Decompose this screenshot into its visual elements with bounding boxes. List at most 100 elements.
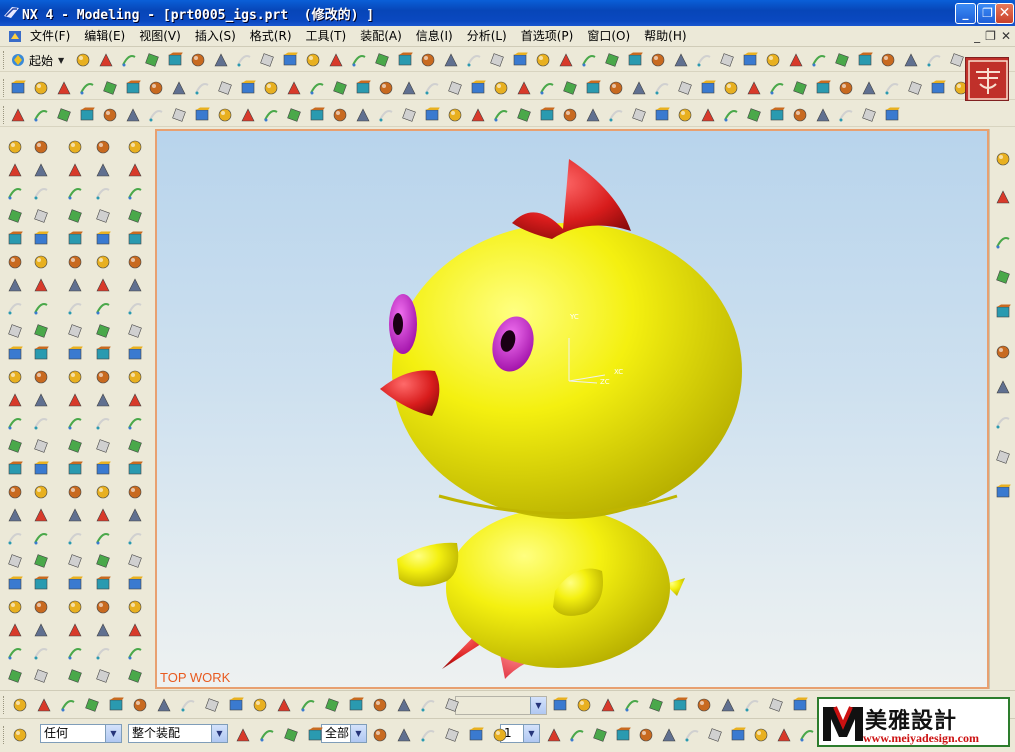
palette-tool-icon[interactable] bbox=[127, 530, 143, 546]
start-application-icon[interactable] bbox=[10, 52, 26, 68]
toolbar-tool-icon[interactable] bbox=[374, 52, 390, 68]
close-button[interactable]: ✕ bbox=[995, 3, 1014, 24]
palette-tool-icon[interactable] bbox=[7, 461, 23, 477]
toolbar-tool-icon[interactable] bbox=[240, 107, 256, 123]
palette-tool-icon[interactable] bbox=[33, 185, 49, 201]
palette-tool-icon[interactable] bbox=[95, 369, 111, 385]
selection-tool-icon[interactable] bbox=[372, 697, 388, 713]
toolbar-tool-icon[interactable] bbox=[56, 107, 72, 123]
selection-tool-icon[interactable] bbox=[36, 697, 52, 713]
palette-tool-icon[interactable] bbox=[127, 645, 143, 661]
toolbar-tool-icon[interactable] bbox=[926, 52, 942, 68]
toolbar-tool-icon[interactable] bbox=[631, 80, 647, 96]
toolbar-tool-icon[interactable] bbox=[171, 107, 187, 123]
toolbar-tool-icon[interactable] bbox=[608, 80, 624, 96]
resource-bar-icon[interactable] bbox=[995, 484, 1011, 500]
palette-tool-icon[interactable] bbox=[33, 323, 49, 339]
palette-tool-icon[interactable] bbox=[67, 599, 83, 615]
palette-tool-icon[interactable] bbox=[33, 300, 49, 316]
toolbar-grip[interactable] bbox=[3, 51, 6, 69]
snap-tool-icon[interactable] bbox=[600, 697, 616, 713]
snap-point-icon[interactable] bbox=[569, 727, 585, 743]
toolbar-tool-icon[interactable] bbox=[884, 80, 900, 96]
toolbar-tool-icon[interactable] bbox=[700, 107, 716, 123]
selection-scope-select[interactable]: 整个装配 ▼ bbox=[128, 724, 228, 743]
snap-tool-icon[interactable] bbox=[648, 697, 664, 713]
menu-window[interactable]: 窗口(O) bbox=[587, 28, 636, 45]
snap-tool-icon[interactable] bbox=[696, 697, 712, 713]
menu-preferences[interactable]: 首选项(P) bbox=[521, 28, 580, 45]
palette-tool-icon[interactable] bbox=[127, 507, 143, 523]
palette-tool-icon[interactable] bbox=[95, 507, 111, 523]
toolbar-tool-icon[interactable] bbox=[56, 80, 72, 96]
palette-tool-icon[interactable] bbox=[127, 300, 143, 316]
palette-tool-icon[interactable] bbox=[95, 438, 111, 454]
snap-tool-icon[interactable] bbox=[792, 697, 808, 713]
palette-tool-icon[interactable] bbox=[7, 162, 23, 178]
palette-tool-icon[interactable] bbox=[95, 300, 111, 316]
palette-tool-icon[interactable] bbox=[95, 254, 111, 270]
palette-tool-icon[interactable] bbox=[33, 599, 49, 615]
palette-tool-icon[interactable] bbox=[7, 139, 23, 155]
toolbar-tool-icon[interactable] bbox=[535, 52, 551, 68]
toolbar-tool-icon[interactable] bbox=[516, 80, 532, 96]
toolbar-tool-icon[interactable] bbox=[562, 107, 578, 123]
snap-point-icon[interactable] bbox=[776, 727, 792, 743]
toolbar-tool-icon[interactable] bbox=[608, 107, 624, 123]
toolbar-tool-icon[interactable] bbox=[309, 107, 325, 123]
menu-view[interactable]: 视图(V) bbox=[139, 28, 187, 45]
palette-tool-icon[interactable] bbox=[95, 553, 111, 569]
toolbar-tool-icon[interactable] bbox=[424, 80, 440, 96]
toolbar-tool-icon[interactable] bbox=[98, 52, 114, 68]
toolbar-tool-icon[interactable] bbox=[470, 80, 486, 96]
toolbar-tool-icon[interactable] bbox=[654, 107, 670, 123]
palette-tool-icon[interactable] bbox=[95, 277, 111, 293]
toolbar-tool-icon[interactable] bbox=[769, 80, 785, 96]
toolbar-tool-icon[interactable] bbox=[420, 52, 436, 68]
toolbar-tool-icon[interactable] bbox=[148, 80, 164, 96]
palette-tool-icon[interactable] bbox=[33, 622, 49, 638]
toolbar-tool-icon[interactable] bbox=[125, 107, 141, 123]
toolbar-tool-icon[interactable] bbox=[190, 52, 206, 68]
palette-tool-icon[interactable] bbox=[67, 507, 83, 523]
toolbar-tool-icon[interactable] bbox=[723, 80, 739, 96]
toolbar-tool-icon[interactable] bbox=[696, 52, 712, 68]
toolbar-tool-icon[interactable] bbox=[834, 52, 850, 68]
palette-tool-icon[interactable] bbox=[95, 415, 111, 431]
selection-tool-icon[interactable] bbox=[204, 697, 220, 713]
palette-tool-icon[interactable] bbox=[7, 415, 23, 431]
selection-tool-icon[interactable] bbox=[492, 727, 508, 743]
palette-tool-icon[interactable] bbox=[95, 162, 111, 178]
toolbar-grip[interactable] bbox=[3, 696, 6, 714]
palette-tool-icon[interactable] bbox=[127, 369, 143, 385]
palette-tool-icon[interactable] bbox=[7, 622, 23, 638]
toolbar-tool-icon[interactable] bbox=[286, 80, 302, 96]
toolbar-tool-icon[interactable] bbox=[217, 80, 233, 96]
palette-tool-icon[interactable] bbox=[95, 622, 111, 638]
toolbar-tool-icon[interactable] bbox=[585, 107, 601, 123]
toolbar-tool-icon[interactable] bbox=[401, 107, 417, 123]
palette-tool-icon[interactable] bbox=[67, 438, 83, 454]
palette-tool-icon[interactable] bbox=[67, 369, 83, 385]
toolbar-tool-icon[interactable] bbox=[815, 107, 831, 123]
toolbar-tool-icon[interactable] bbox=[378, 107, 394, 123]
palette-tool-icon[interactable] bbox=[7, 484, 23, 500]
palette-tool-icon[interactable] bbox=[67, 530, 83, 546]
palette-tool-icon[interactable] bbox=[127, 231, 143, 247]
toolbar-tool-icon[interactable] bbox=[75, 52, 91, 68]
toolbar-tool-icon[interactable] bbox=[263, 107, 279, 123]
toolbar-tool-icon[interactable] bbox=[217, 107, 233, 123]
selection-tool-icon[interactable] bbox=[283, 727, 299, 743]
palette-tool-icon[interactable] bbox=[127, 415, 143, 431]
toolbar-tool-icon[interactable] bbox=[700, 80, 716, 96]
palette-tool-icon[interactable] bbox=[33, 668, 49, 684]
palette-tool-icon[interactable] bbox=[67, 254, 83, 270]
toolbar-tool-icon[interactable] bbox=[332, 107, 348, 123]
toolbar-tool-icon[interactable] bbox=[263, 80, 279, 96]
palette-tool-icon[interactable] bbox=[127, 622, 143, 638]
selection-tool-icon[interactable] bbox=[396, 727, 412, 743]
palette-tool-icon[interactable] bbox=[127, 668, 143, 684]
palette-tool-icon[interactable] bbox=[7, 300, 23, 316]
palette-tool-icon[interactable] bbox=[33, 461, 49, 477]
toolbar-tool-icon[interactable] bbox=[861, 80, 877, 96]
